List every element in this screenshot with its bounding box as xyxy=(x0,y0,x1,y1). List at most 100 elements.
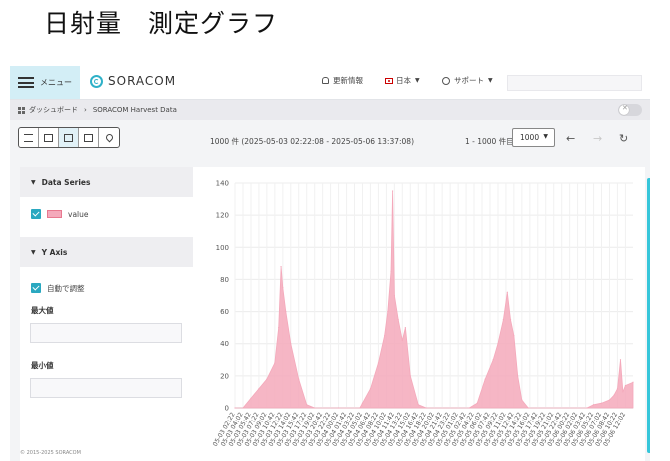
data-point xyxy=(384,335,386,337)
y-axis-header[interactable]: ▼ Y Axis xyxy=(20,237,193,267)
previous-page-button[interactable]: ← xyxy=(566,132,575,145)
data-point xyxy=(517,375,519,377)
view-mode-toolbar xyxy=(18,127,120,148)
data-point xyxy=(509,319,512,321)
auto-adjust-row[interactable]: 自動で調整 xyxy=(20,271,193,305)
chart-panel: 0 20 40 60 80 100 120 140 05-03 02:22 05-03 04:02… xyxy=(193,167,645,461)
y-tick-label: 40 xyxy=(220,340,229,348)
data-point xyxy=(468,407,470,409)
data-point xyxy=(497,343,499,345)
data-point xyxy=(258,388,260,390)
soracom-logo-icon xyxy=(90,74,103,88)
data-point xyxy=(392,190,394,192)
y-tick-label: 120 xyxy=(216,212,229,220)
data-point xyxy=(393,294,395,297)
data-point xyxy=(613,394,615,396)
line-chart-button[interactable] xyxy=(39,128,59,147)
soracom-harvest-app: メニュー SORACOM 更新情報 日本 ▼ サポート ▼ ダッシュボード › … xyxy=(10,66,650,461)
data-point xyxy=(306,404,308,406)
data-point xyxy=(600,402,603,404)
refresh-button[interactable]: ↻ xyxy=(619,132,628,145)
data-point xyxy=(616,388,619,390)
data-point xyxy=(502,319,504,321)
data-point xyxy=(586,407,588,409)
page-info: 1 - 1000 件目 xyxy=(465,137,514,146)
data-point xyxy=(369,388,372,390)
auto-adjust-checkbox[interactable] xyxy=(31,283,41,293)
data-point xyxy=(632,381,634,383)
updates-link[interactable]: 更新情報 xyxy=(322,75,363,86)
data-point xyxy=(250,397,252,399)
search-input[interactable] xyxy=(507,75,642,91)
series-color-swatch[interactable] xyxy=(47,210,62,218)
data-point xyxy=(476,402,478,404)
next-page-button[interactable]: → xyxy=(593,132,602,145)
data-point xyxy=(401,339,403,342)
data-point xyxy=(359,407,361,409)
support-label: サポート xyxy=(454,76,484,85)
solar-radiation-chart: 02040608010012014005-03 02:2205-03 04:02… xyxy=(212,180,634,448)
data-point xyxy=(527,407,529,409)
data-series-title: Data Series xyxy=(41,177,91,187)
data-point xyxy=(285,310,287,313)
data-point xyxy=(425,407,427,409)
data-point xyxy=(274,362,276,364)
map-view-button[interactable] xyxy=(99,128,119,147)
table-view-button[interactable] xyxy=(19,128,39,147)
language-selector[interactable]: 日本 ▼ xyxy=(385,75,420,86)
page-size-value: 1000 xyxy=(520,133,540,142)
data-point xyxy=(390,270,392,272)
data-point xyxy=(622,391,624,393)
updates-label: 更新情報 xyxy=(333,76,363,85)
data-range-text: 1000 件 (2025-05-03 02:22:08 - 2025-05-06… xyxy=(210,137,414,146)
data-point xyxy=(314,407,316,409)
data-point xyxy=(266,378,268,380)
min-value-input[interactable] xyxy=(30,378,182,398)
y-tick-label: 20 xyxy=(220,372,229,380)
breadcrumb: ダッシュボード › SORACOM Harvest Data ✕ xyxy=(10,100,650,120)
data-point xyxy=(298,378,300,380)
data-point xyxy=(278,327,280,329)
bar-chart-button[interactable] xyxy=(59,128,79,147)
text-icon xyxy=(84,133,93,142)
toggle-switch[interactable]: ✕ xyxy=(618,104,642,116)
collapse-triangle-icon: ▼ xyxy=(31,248,36,256)
data-point xyxy=(234,407,236,409)
series-label: value xyxy=(68,209,89,219)
chevron-down-icon: ▼ xyxy=(543,133,548,140)
data-point xyxy=(280,265,282,268)
menu-label: メニュー xyxy=(40,78,72,87)
data-point xyxy=(242,407,244,409)
menu-button[interactable]: メニュー xyxy=(10,66,80,99)
y-tick-label: 100 xyxy=(216,244,229,252)
data-point xyxy=(506,291,508,293)
collapse-triangle-icon: ▼ xyxy=(31,178,36,186)
auto-adjust-label: 自動で調整 xyxy=(47,283,85,293)
data-point xyxy=(492,359,494,361)
data-point xyxy=(361,402,364,404)
bell-icon xyxy=(322,77,329,84)
min-value-label: 最小値 xyxy=(31,361,54,370)
data-point xyxy=(282,286,284,289)
y-tick-label: 140 xyxy=(216,180,229,188)
dashboard-icon xyxy=(18,106,25,114)
text-view-button[interactable] xyxy=(79,128,99,147)
support-icon xyxy=(442,76,450,85)
y-tick-label: 0 xyxy=(225,405,229,413)
japan-flag-icon xyxy=(385,77,393,84)
data-point xyxy=(337,407,340,409)
soracom-logo[interactable]: SORACOM xyxy=(90,74,176,88)
series-item-value[interactable]: value xyxy=(20,197,193,231)
vertical-scrollbar[interactable] xyxy=(647,178,650,453)
breadcrumb-current: SORACOM Harvest Data xyxy=(92,106,177,114)
page-size-select[interactable]: 1000 ▼ xyxy=(512,128,555,147)
data-point xyxy=(624,384,627,387)
support-menu[interactable]: サポート ▼ xyxy=(442,75,493,86)
data-point xyxy=(409,375,411,377)
breadcrumb-dashboard[interactable]: ダッシュボード xyxy=(29,105,78,115)
data-series-header[interactable]: ▼ Data Series xyxy=(20,167,193,197)
series-checkbox[interactable] xyxy=(31,209,41,219)
logo-text: SORACOM xyxy=(108,74,177,88)
max-value-input[interactable] xyxy=(30,323,182,343)
line-chart-icon xyxy=(44,133,53,142)
